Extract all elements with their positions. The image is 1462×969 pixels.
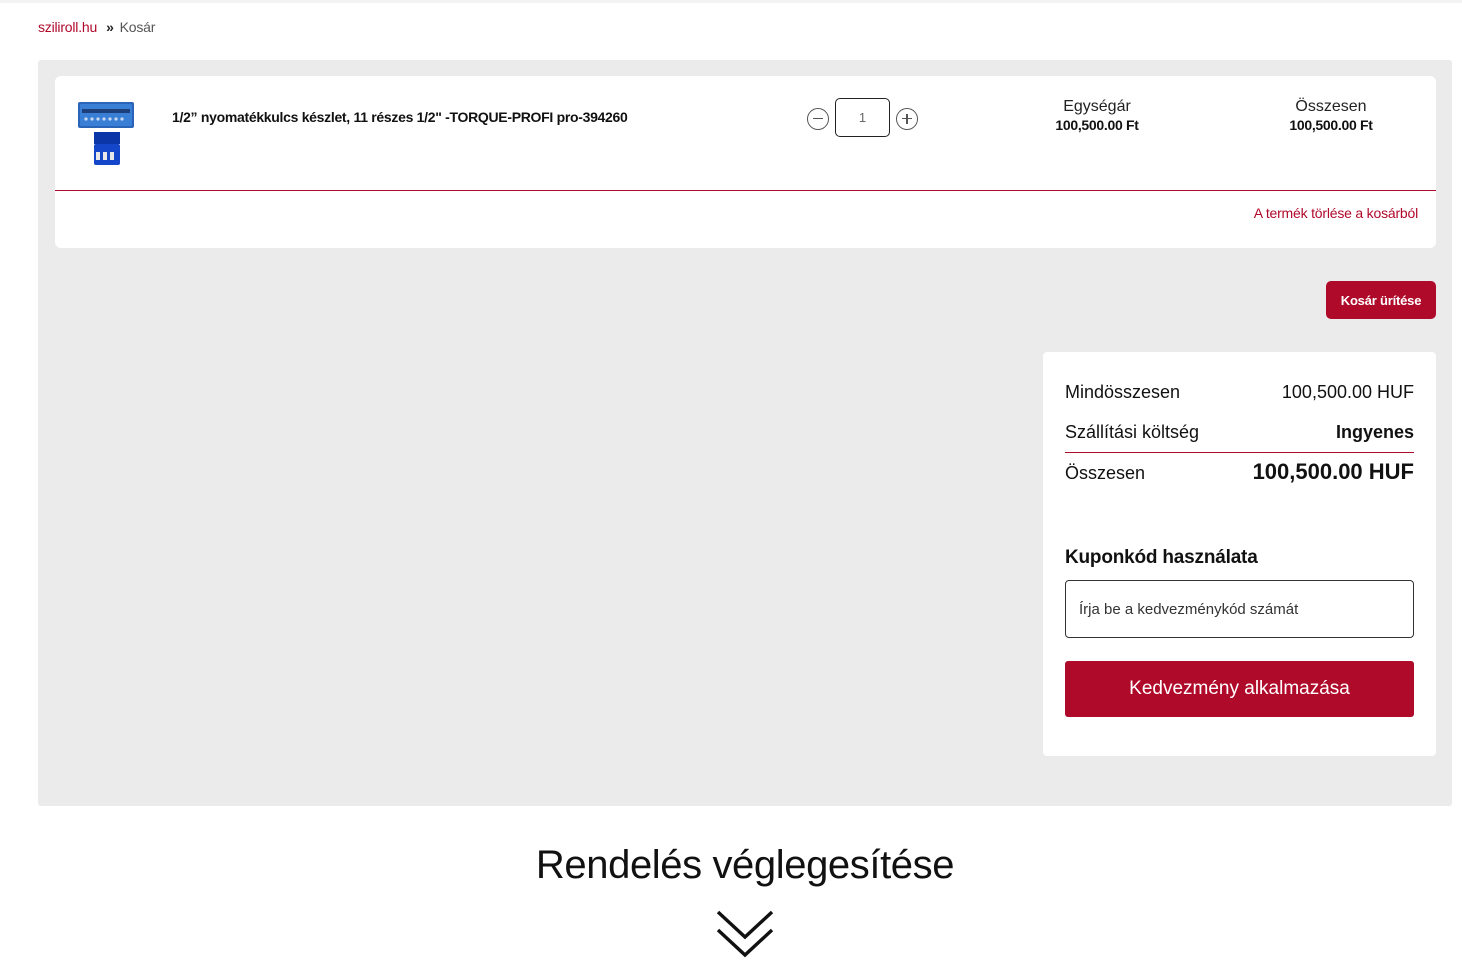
subtotal-value: 100,500.00 HUF: [1281, 382, 1414, 402]
total-label: Összesen: [1065, 463, 1146, 483]
line-total-column: Összesen 100,500.00 Ft: [1251, 98, 1411, 133]
breadcrumb-separator: »: [106, 19, 114, 35]
line-total-label: Összesen: [1295, 98, 1367, 115]
total-value: 100,500.00 HUF: [1252, 459, 1414, 484]
empty-cart-button[interactable]: Kosár ürítése: [1326, 281, 1436, 319]
coupon-title: Kuponkód használata: [1065, 547, 1258, 568]
top-border: [0, 0, 1462, 3]
summary-divider: [1065, 452, 1414, 453]
total-row: Összesen 100,500.00 HUF: [1065, 459, 1414, 485]
breadcrumb-current: Kosár: [119, 19, 156, 35]
cart-item: 1/2” nyomatékkulcs készlet, 11 részes 1/…: [55, 76, 1436, 248]
shipping-row: Szállítási költség Ingyenes: [1065, 422, 1414, 443]
quantity-input[interactable]: [835, 98, 890, 137]
apply-coupon-button[interactable]: Kedvezmény alkalmazása: [1065, 661, 1414, 717]
breadcrumb-home-link[interactable]: sziliroll.hu: [38, 19, 97, 35]
minus-circle-icon[interactable]: [807, 107, 829, 130]
item-divider: [55, 190, 1436, 191]
unit-price-value: 100,500.00 Ft: [1055, 117, 1139, 133]
subtotal-row: Mindösszesen 100,500.00 HUF: [1065, 382, 1414, 403]
shipping-label: Szállítási költség: [1065, 422, 1200, 442]
order-summary: Mindösszesen 100,500.00 HUF Szállítási k…: [1043, 352, 1436, 756]
product-name[interactable]: 1/2” nyomatékkulcs készlet, 11 részes 1/…: [172, 109, 628, 125]
line-total-value: 100,500.00 Ft: [1289, 117, 1373, 133]
coupon-code-input[interactable]: [1065, 580, 1414, 638]
plus-circle-icon[interactable]: [896, 107, 918, 130]
double-chevron-down-icon[interactable]: [716, 910, 774, 960]
remove-item-link[interactable]: A termék törlése a kosárból: [1254, 205, 1418, 221]
unit-price-column: Egységár 100,500.00 Ft: [1017, 98, 1177, 133]
shipping-value: Ingyenes: [1335, 422, 1414, 442]
breadcrumb: sziliroll.hu » Kosár: [38, 19, 155, 35]
unit-price-label: Egységár: [1063, 98, 1131, 115]
product-thumbnail[interactable]: [77, 100, 135, 166]
quantity-stepper: [807, 98, 918, 137]
checkout-title: Rendelés véglegesítése: [535, 843, 955, 887]
cart-panel: 1/2” nyomatékkulcs készlet, 11 részes 1/…: [38, 60, 1452, 806]
subtotal-label: Mindösszesen: [1065, 382, 1181, 402]
